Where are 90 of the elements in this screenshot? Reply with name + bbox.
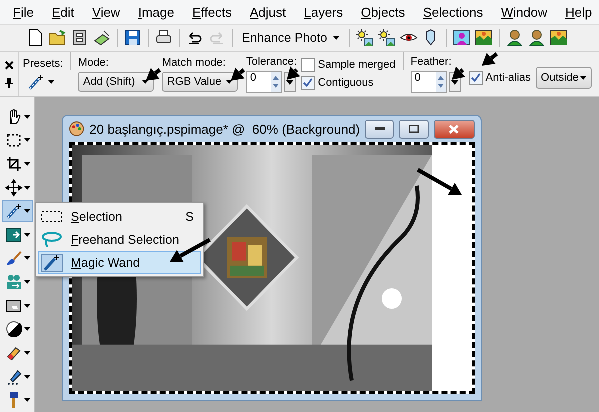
caret-icon [24,256,31,260]
close-icon[interactable] [4,60,14,70]
spinner-arrows-icon[interactable] [436,72,446,92]
save-icon[interactable] [123,28,143,48]
caret-icon [24,304,31,308]
pointer-arrow [146,68,162,81]
close-button[interactable] [434,120,475,138]
magic-wand-icon [27,72,45,90]
checkbox-label[interactable]: Sample merged [301,58,396,72]
menu-item[interactable]: View [83,4,130,20]
flyout-menu-item[interactable]: Selection S [38,205,201,228]
caret-icon [24,114,31,119]
sun-photo-icon[interactable] [376,28,396,48]
tool-button[interactable] [2,200,33,222]
outside-dropdown[interactable]: Outside [536,67,592,89]
pointer-arrow [231,68,246,81]
checkbox[interactable] [468,71,483,85]
flyout-menu-item[interactable]: Magic Wand [38,251,201,274]
menu-item[interactable]: File [4,4,43,20]
document-title: 20 başlangıç.pspimage* @ 60% (Background) [90,122,360,136]
folder-icon[interactable] [48,28,68,48]
checkbox[interactable] [301,58,316,72]
palette-icon [69,121,85,137]
enhance-photo-button[interactable]: Enhance Photo [238,27,344,49]
scanner-icon[interactable] [92,28,112,48]
menu-item[interactable]: Edit [42,4,84,20]
shortcut-key: S [186,210,194,224]
paintbrush-icon [5,249,23,268]
menu-item-label: Selection [71,210,124,224]
minimize-icon [374,127,385,131]
minimize-button[interactable] [365,120,394,138]
caret-icon [24,232,31,237]
maximize-button[interactable] [399,120,429,138]
contrast-icon [5,320,23,338]
menu-item[interactable]: Objects [352,4,414,20]
clone-icon [5,273,23,292]
flyout-menu-item[interactable]: Freehand Selection [38,228,201,251]
close-icon [449,124,460,134]
lasso-icon [41,232,63,248]
magic-wand-icon [5,202,23,220]
menu-item[interactable]: Layers [295,4,352,20]
pointer-arrow [417,168,462,196]
mode-dropdown[interactable]: Add (Shift) [78,72,154,92]
sun-photo-icon[interactable] [354,28,374,48]
color-replacer-icon [5,226,23,244]
pin-icon[interactable] [5,78,13,88]
caret-icon [24,138,31,142]
checkbox-label[interactable]: Anti-alias [468,71,532,85]
marquee-icon [41,210,63,224]
feather-label: Feather: [410,56,453,68]
spinner-arrows-icon[interactable] [271,72,282,92]
match-mode-dropdown[interactable]: RGB Value [162,72,238,92]
feather-field[interactable]: 0 [410,70,447,92]
pointer-arrow [482,52,498,66]
tolerance-field[interactable]: 0 [246,70,282,92]
menu-item[interactable]: Adjust [241,4,296,20]
menu-item[interactable]: Window [492,4,556,20]
caret-icon [580,76,588,80]
magic-wand-icon [41,254,63,272]
match-mode-label: Match mode: [162,56,227,68]
menu-item-label: Freehand Selection [71,232,180,246]
landscape-icon[interactable] [548,28,568,48]
person-icon[interactable] [504,28,524,48]
presets-label: Presets: [23,58,64,70]
person-icon[interactable] [526,28,546,48]
caret-icon [24,280,31,284]
caret-icon [24,327,31,332]
caret-icon [24,374,31,378]
caret-icon [332,36,340,40]
mode-label: Mode: [78,56,110,68]
caret-icon [24,209,31,214]
move-icon [5,178,23,197]
menu-item[interactable]: Help [556,4,599,20]
caret-icon [24,350,31,355]
menu-item[interactable]: Image [129,4,184,20]
checkbox-label[interactable]: Contiguous [301,76,396,90]
crop-icon [5,155,23,174]
menu-item[interactable]: Selections [414,4,492,20]
maximize-icon [409,125,420,133]
person-photo-icon[interactable] [452,28,472,48]
menu-item-label: Magic Wand [71,256,142,270]
caret-icon [24,398,31,402]
caret-icon [24,162,31,166]
menu-item[interactable]: Effects [183,4,241,20]
caret-icon [48,80,55,84]
caret-icon [24,186,31,190]
checkbox[interactable] [301,76,316,90]
landscape-icon[interactable] [474,28,494,48]
paint-tube-icon [5,368,23,386]
tolerance-label: Tolerance: [246,56,298,68]
